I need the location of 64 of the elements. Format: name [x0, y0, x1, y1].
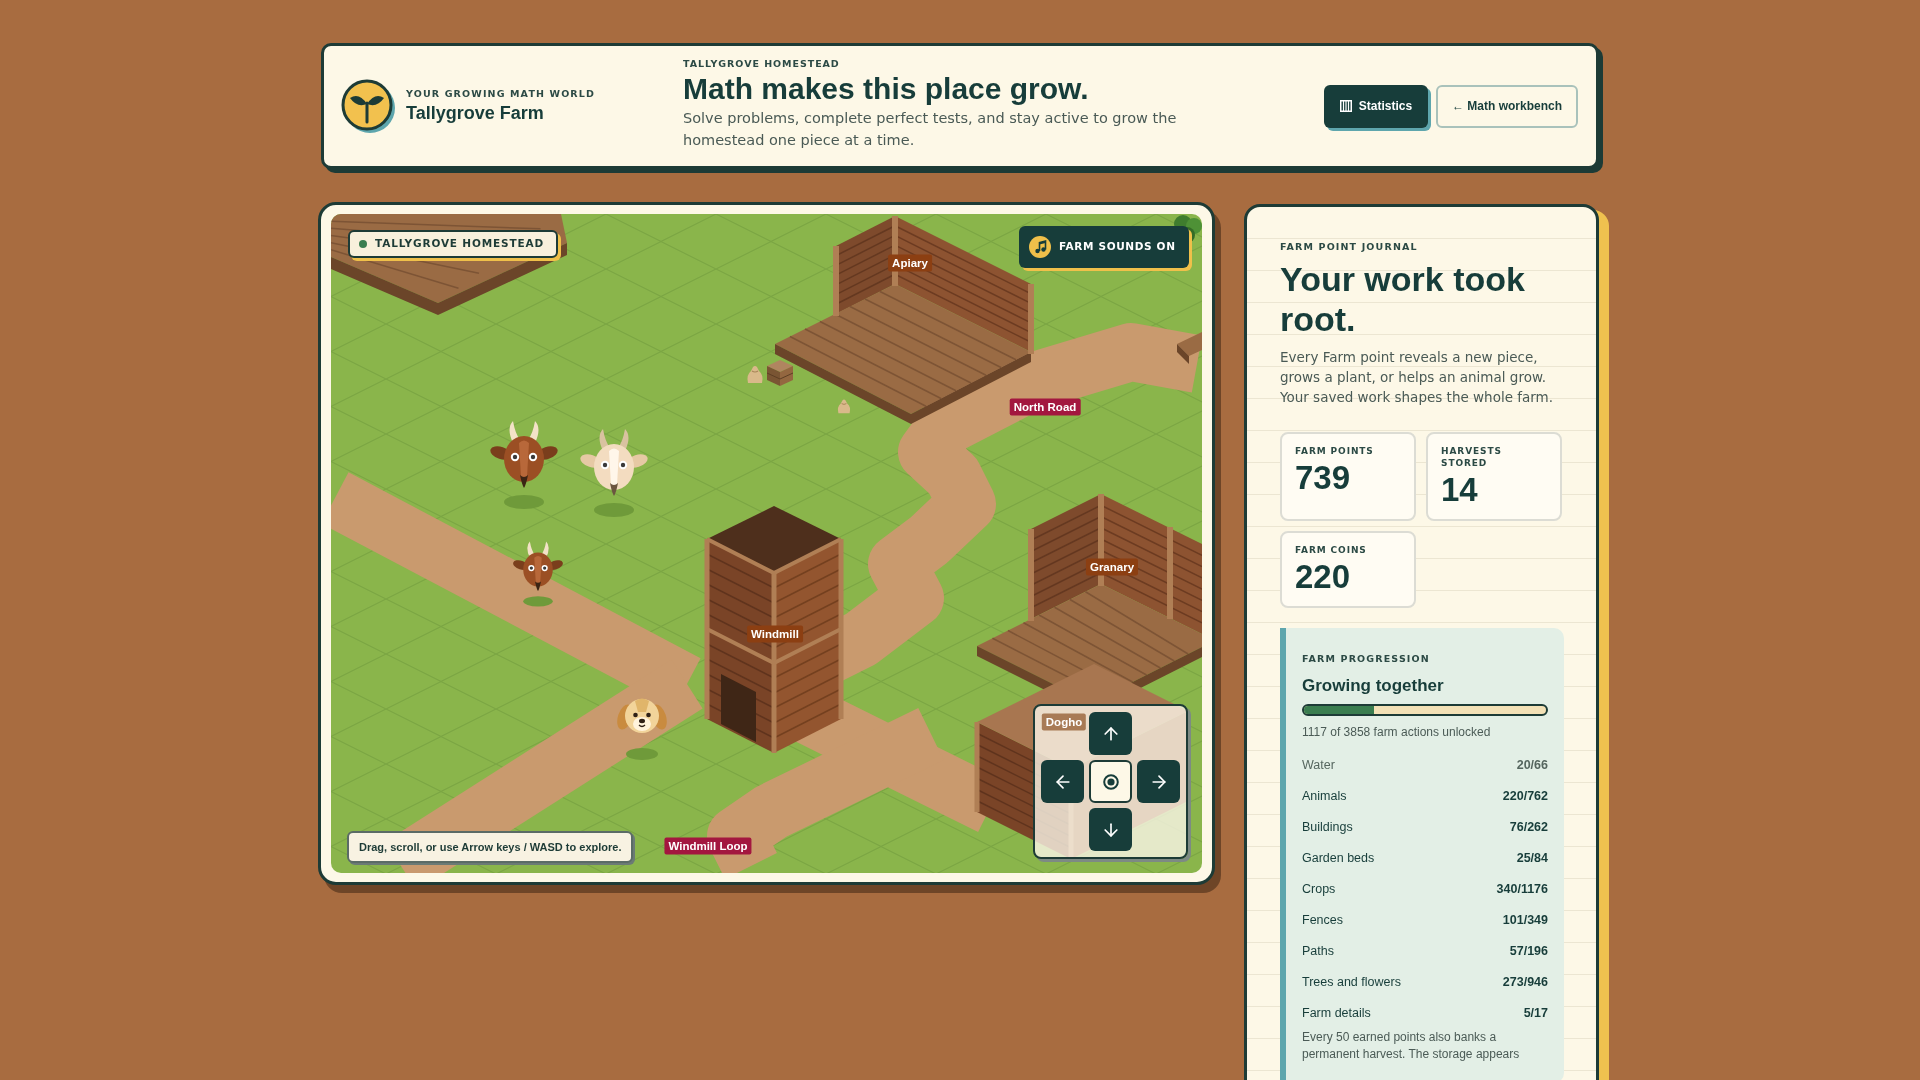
- workbench-button[interactable]: ← Math workbench: [1436, 84, 1578, 128]
- goat-head-icon: [512, 540, 564, 608]
- category-count: 25/84: [1516, 850, 1548, 868]
- pan-left-button[interactable]: [1041, 760, 1084, 803]
- stat-label: FARM POINTS: [1295, 445, 1375, 457]
- pan-right-button[interactable]: [1137, 760, 1180, 803]
- hero-subtitle: Solve problems, complete perfect tests, and stay active to grow the homestead one piece at a time.: [683, 109, 1178, 150]
- stat-value: 739: [1295, 459, 1352, 497]
- category-count: 220/762: [1502, 788, 1548, 806]
- progression-title: Growing together: [1302, 675, 1445, 697]
- category-name: Buildings: [1302, 819, 1353, 837]
- category-name: Water: [1302, 757, 1335, 775]
- category-count: 57/196: [1509, 943, 1548, 961]
- sprout-icon: [340, 78, 396, 134]
- map-title: TALLYGROVE HOMESTEAD: [375, 236, 544, 252]
- stat-value: 220: [1295, 558, 1352, 596]
- building-label: Apiary: [888, 254, 932, 272]
- goat-head-icon: [489, 419, 559, 511]
- category-name: Crops: [1302, 881, 1336, 899]
- hero-kicker: TALLYGROVE HOMESTEAD: [683, 58, 841, 70]
- road-label: Windmill Loop: [664, 837, 752, 855]
- statistics-button[interactable]: Statistics: [1324, 84, 1428, 128]
- pan-up-button[interactable]: [1089, 712, 1132, 755]
- music-note-icon: [1029, 236, 1051, 258]
- status-dot-icon: [359, 240, 367, 248]
- building-label: Windmill: [747, 625, 803, 643]
- stat-label: FARM COINS: [1295, 544, 1368, 556]
- journal-title: Your work took root.: [1280, 259, 1526, 339]
- sound-toggle-button[interactable]: FARM SOUNDS ON: [1019, 226, 1189, 268]
- hero-title: Math makes this place grow.: [683, 72, 1090, 106]
- brand-tagline: YOUR GROWING MATH WORLD: [406, 88, 597, 100]
- building-label: Dogho: [1041, 713, 1087, 731]
- category-count: 340/1176: [1496, 881, 1548, 899]
- journal-kicker: FARM POINT JOURNAL: [1280, 241, 1419, 253]
- category-name: Paths: [1302, 943, 1334, 961]
- progression-note: Every 50 earned points also banks a permanent harvest. The storage appears: [1302, 1029, 1521, 1063]
- pan-down-button[interactable]: [1089, 808, 1132, 851]
- category-count: 76/262: [1509, 819, 1548, 837]
- brand-name: Tallygrove Farm: [406, 102, 545, 124]
- category-count: 5/17: [1523, 1005, 1548, 1023]
- category-count: 20/66: [1516, 757, 1548, 775]
- progress-summary: 1117 of 3858 farm actions unlocked: [1302, 725, 1492, 740]
- recenter-button[interactable]: [1089, 760, 1132, 803]
- goat-head-icon: [579, 427, 649, 519]
- wooden-deck: [1177, 332, 1202, 364]
- stat-label: HARVESTS STORED: [1441, 445, 1503, 469]
- category-name: Animals: [1302, 788, 1347, 806]
- category-name: Farm details: [1302, 1005, 1371, 1023]
- category-count: 101/349: [1502, 912, 1548, 930]
- map-hint: Drag, scroll, or use Arrow keys / WASD to explore.: [347, 831, 634, 863]
- sack-icon: [744, 364, 766, 384]
- category-name: Garden beds: [1302, 850, 1375, 868]
- category-name: Fences: [1302, 912, 1343, 930]
- stat-value: 14: [1441, 471, 1479, 509]
- category-count: 273/946: [1502, 974, 1548, 992]
- columns-icon: [1339, 100, 1352, 112]
- journal-description: Every Farm point reveals a new piece, grows a plant, or helps an animal grow. Your saved work shapes the whole farm.: [1280, 348, 1555, 407]
- target-icon: [1102, 773, 1119, 790]
- building-label: Granary: [1085, 558, 1139, 576]
- farm-map[interactable]: Apiary North Road Granary Windmill Dogho Windmill Loop TALLYGROVE HOMESTEAD FARM SOUNDS ON Drag, scroll, or use Arrow keys / WASD to explore.: [331, 214, 1202, 873]
- road-label: North Road: [1009, 398, 1081, 416]
- category-name: Trees and flowers: [1302, 974, 1401, 992]
- crate-icon: [765, 358, 795, 388]
- progression-kicker: FARM PROGRESSION: [1302, 653, 1431, 665]
